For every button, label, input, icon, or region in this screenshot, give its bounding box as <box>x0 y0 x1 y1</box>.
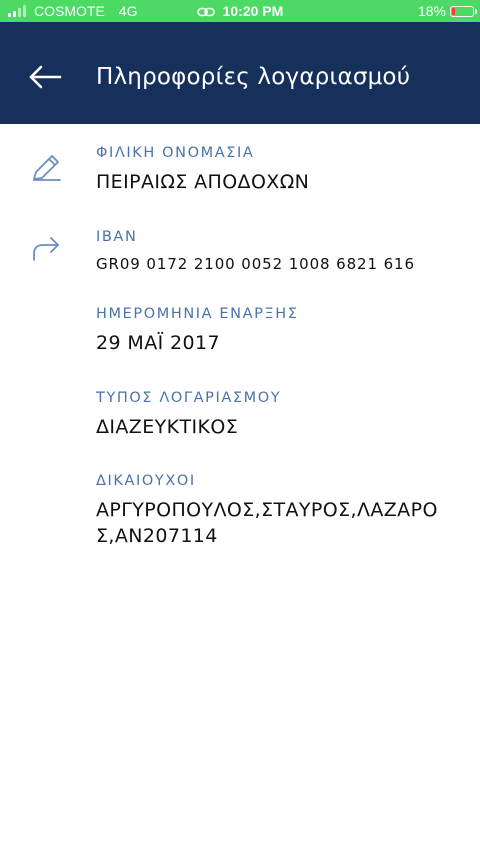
share-arrow-icon[interactable] <box>30 230 64 264</box>
start-date-value: 29 ΜΑΪ 2017 <box>96 332 221 354</box>
start-date-row: ΗΜΕΡΟΜΗΝΙΑ ΕΝΑΡΞΗΣ 29 ΜΑΪ 2017 <box>0 301 480 361</box>
account-type-row: ΤΥΠΟΣ ΛΟΓΑΡΙΑΣΜΟΥ ΔΙΑΖΕΥΚΤΙΚΟΣ <box>0 385 480 445</box>
battery-icon <box>450 5 477 17</box>
account-type-label: ΤΥΠΟΣ ΛΟΓΑΡΙΑΣΜΟΥ <box>96 390 282 406</box>
beneficiaries-row: ΔΙΚΑΙΟΥΧΟΙ ΑΡΓΥΡΟΠΟΥΛΟΣ,ΣΤΑΥΡΟΣ,ΛΑΖΑΡΟΣ,… <box>0 468 480 558</box>
start-date-label: ΗΜΕΡΟΜΗΝΙΑ ΕΝΑΡΞΗΣ <box>96 306 299 322</box>
battery-percentage: 18% <box>417 3 446 19</box>
friendly-name-value: ΠΕΙΡΑΙΩΣ ΑΠΟΔΟΧΩΝ <box>96 171 310 193</box>
iban-value: GR09 0172 2100 0052 1008 6821 616 <box>96 255 415 273</box>
battery-level-fill <box>452 7 455 15</box>
pencil-icon[interactable] <box>30 150 64 184</box>
link-icon <box>196 7 215 17</box>
iban-label: IBAN <box>96 229 138 245</box>
beneficiaries-value: ΑΡΓΥΡΟΠΟΥΛΟΣ,ΣΤΑΥΡΟΣ,ΛΑΖΑΡΟΣ,ΑΝ207114 <box>96 499 438 547</box>
status-right: 18% <box>417 3 477 19</box>
status-time: 10:20 PM <box>222 3 284 19</box>
page-title: Πληροφορίες λογαριασμού <box>96 64 411 90</box>
friendly-name-row[interactable]: ΦΙΛΙΚΗ ΟΝΟΜΑΣΙΑ ΠΕΙΡΑΙΩΣ ΑΠΟΔΟΧΩΝ <box>0 140 480 210</box>
beneficiaries-label: ΔΙΚΑΙΟΥΧΟΙ <box>96 473 196 489</box>
iban-row: IBAN GR09 0172 2100 0052 1008 6821 616 <box>0 224 480 284</box>
friendly-name-label: ΦΙΛΙΚΗ ΟΝΟΜΑΣΙΑ <box>96 145 255 161</box>
status-time-area: 10:20 PM <box>0 3 480 19</box>
app-header: Πληροφορίες λογαριασμού <box>0 22 480 124</box>
back-button[interactable] <box>26 62 66 92</box>
account-type-value: ΔΙΑΖΕΥΚΤΙΚΟΣ <box>96 416 239 438</box>
arrow-left-icon <box>29 65 62 89</box>
status-bar: COSMOTE 4G 10:20 PM 18% <box>0 0 480 22</box>
